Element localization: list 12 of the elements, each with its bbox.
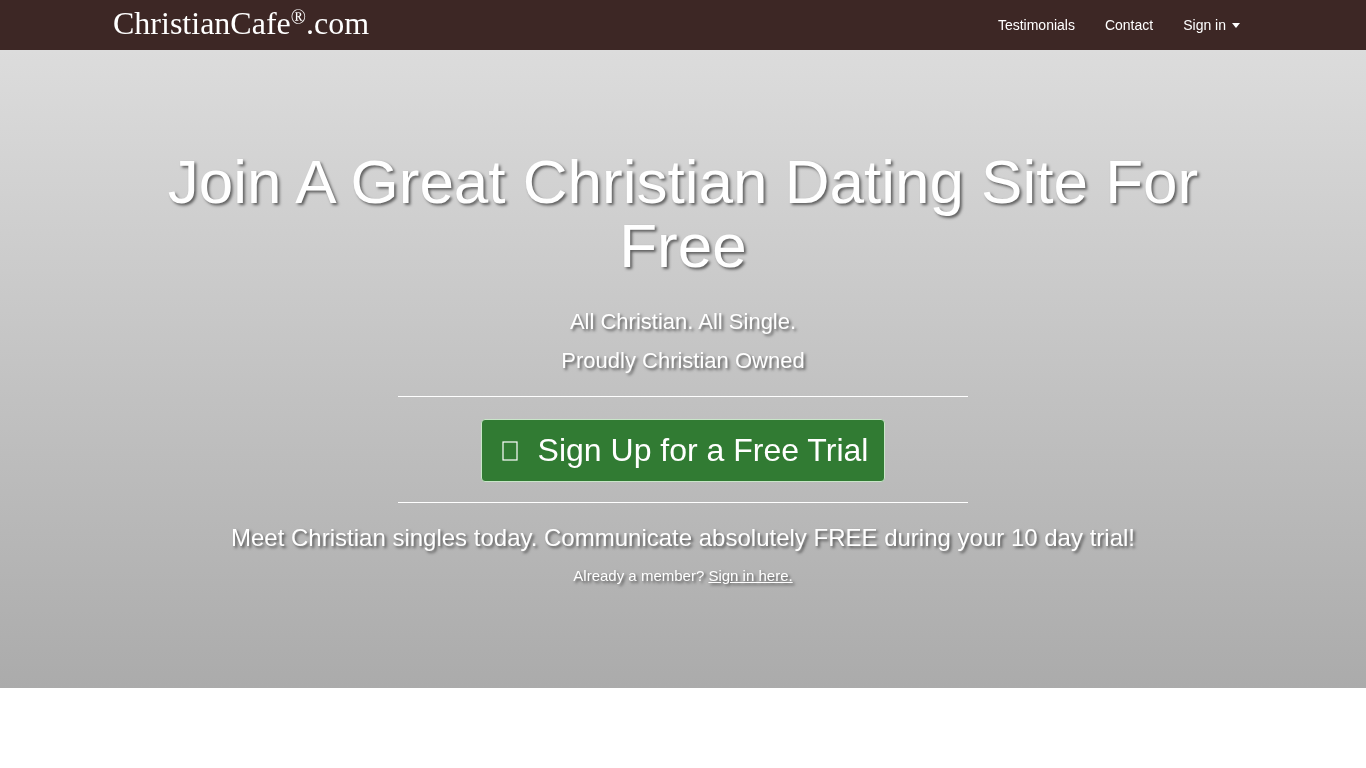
hero-subtitle: All Christian. All Single. (569, 308, 797, 336)
box-icon (501, 440, 518, 461)
site-logo[interactable]: ChristianCafe$^{®}$.com (113, 4, 370, 42)
nav-link[interactable]: Contact (1089, 2, 1169, 48)
member-prompt: Already a member? Sign in here. (573, 567, 793, 584)
hero-title: Join A Great Christian Dating Site For Free (166, 150, 1200, 278)
hero-tagline: Meet Christian singles today. Communicate absolutely FREE during your 10 day trial! (231, 523, 1135, 553)
nav-link[interactable]: Testimonials (982, 2, 1090, 48)
hero-subtitle: Proudly Christian Owned (561, 347, 805, 375)
caret-icon (1232, 22, 1240, 28)
signup-button[interactable]: Sign Up for a Free Trial (480, 419, 886, 482)
dropdown-link[interactable]: Sign in (1168, 2, 1255, 48)
